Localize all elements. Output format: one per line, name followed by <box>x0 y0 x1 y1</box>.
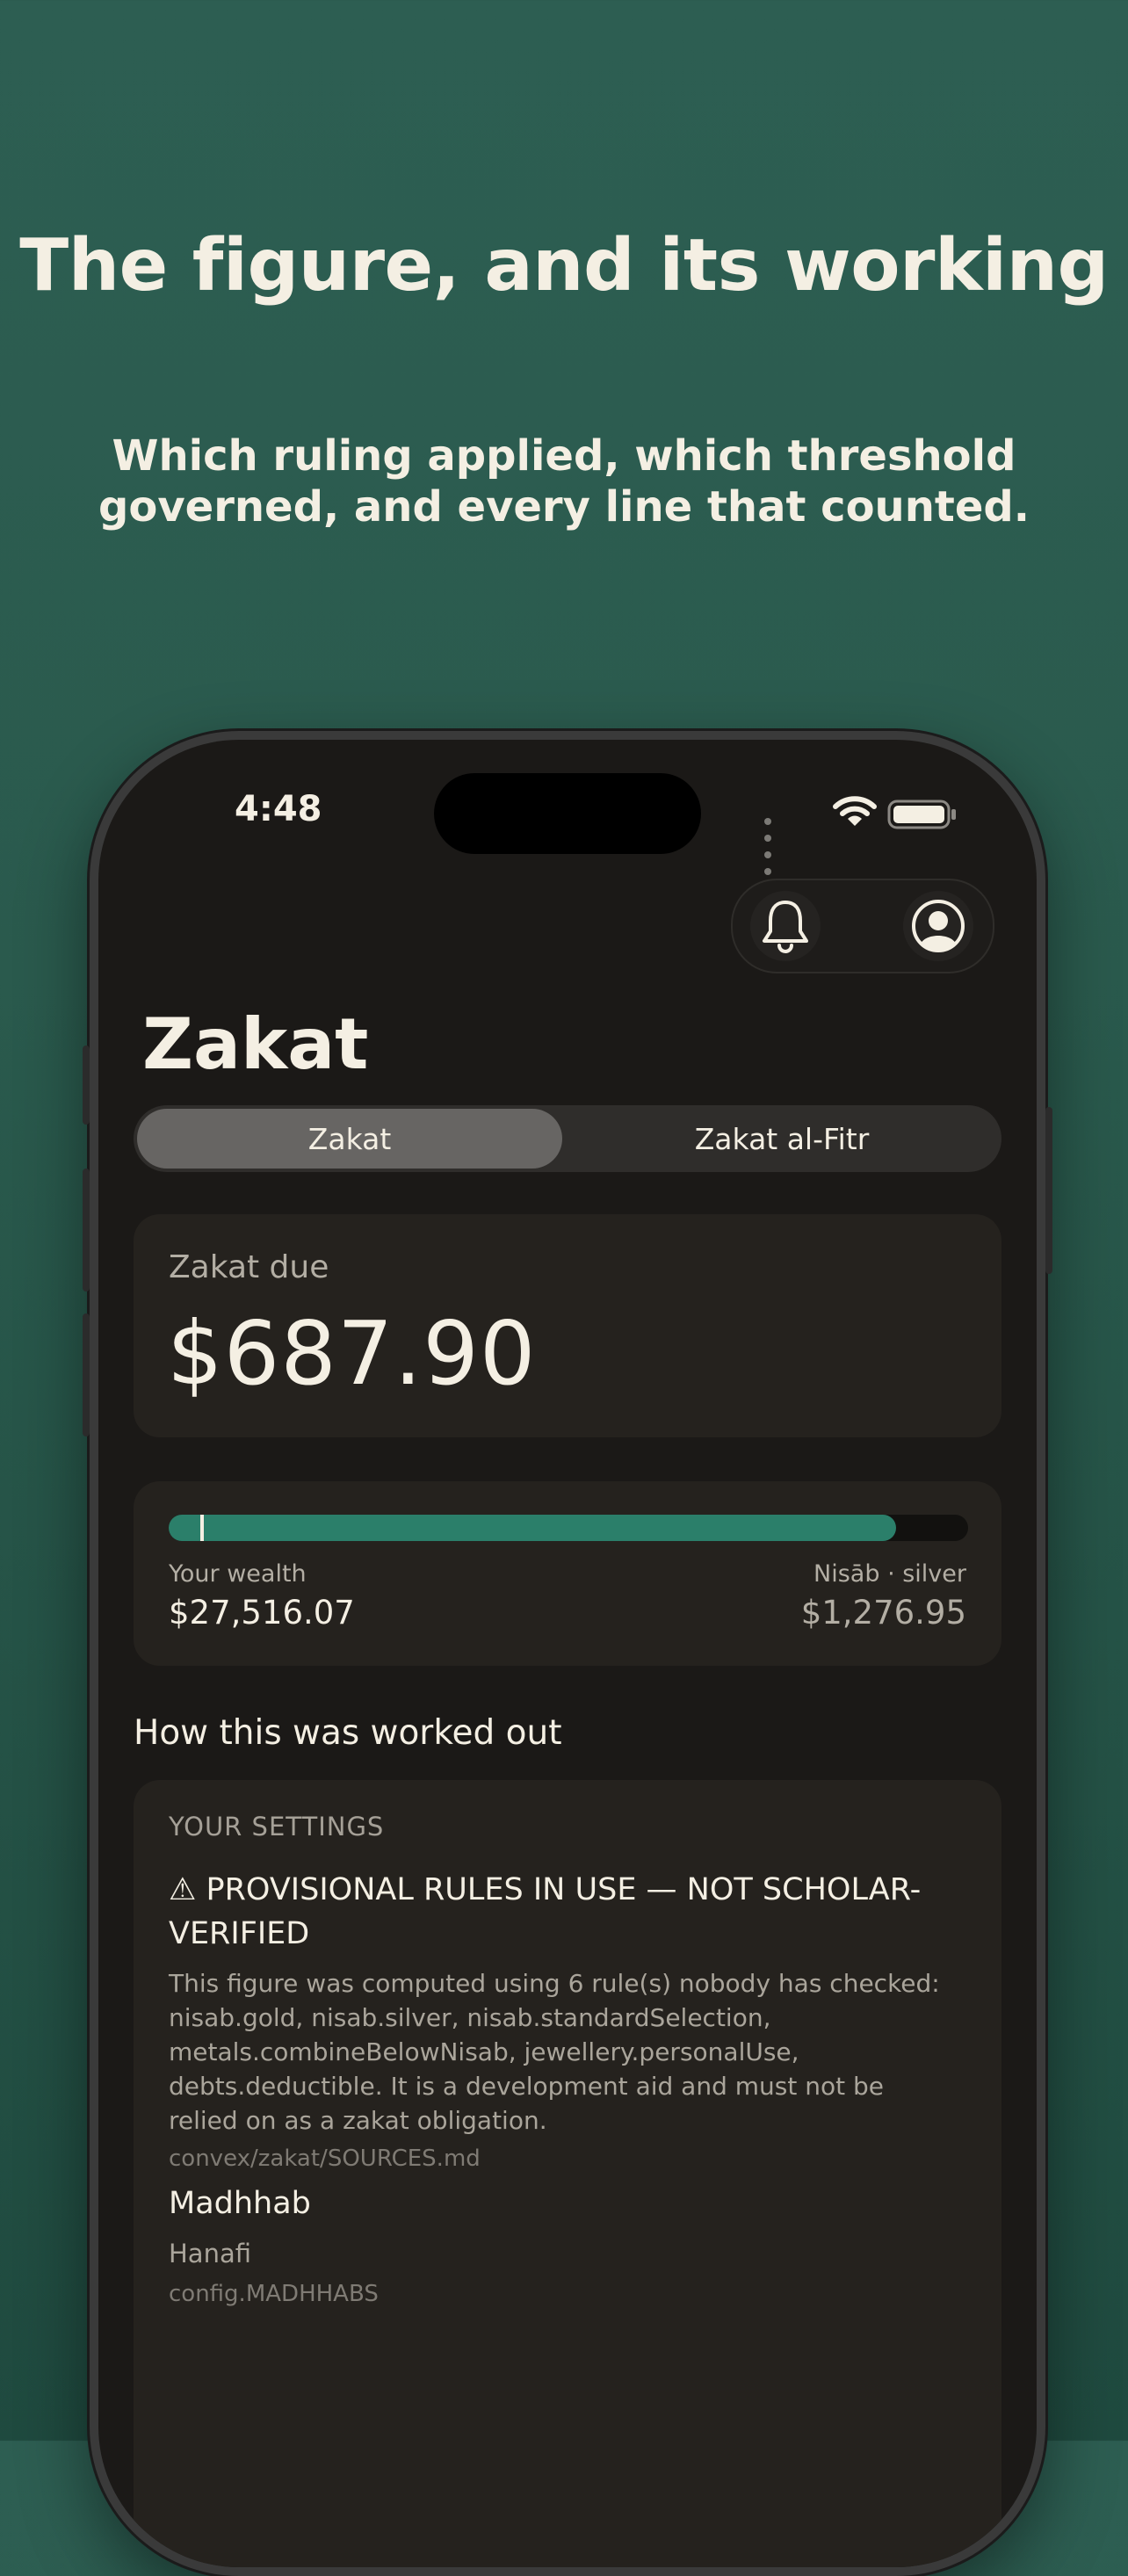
zakat-due-card: Zakat due $687.90 <box>134 1214 1001 1437</box>
header-actions <box>731 879 994 973</box>
page-title: Zakat <box>142 1003 369 1085</box>
provisional-warning-title: ⚠ PROVISIONAL RULES IN USE — NOT SCHOLAR… <box>169 1872 922 1951</box>
zakat-type-segmented-control: Zakat Zakat al-Fitr <box>134 1105 1001 1172</box>
nisab-threshold-marker <box>200 1515 204 1541</box>
madhhab-value: Hanafi <box>169 2239 251 2268</box>
wealth-progress-bar <box>169 1515 968 1541</box>
wealth-progress-fill <box>169 1515 896 1541</box>
phone-power-button <box>1045 1107 1052 1274</box>
nisab-value: $1,276.95 <box>800 1594 966 1632</box>
marketing-subline: Which ruling applied, which threshold go… <box>98 431 1030 532</box>
tab-zakat[interactable]: Zakat <box>137 1109 562 1169</box>
tab-zakat-al-fitr[interactable]: Zakat al-Fitr <box>566 1109 998 1169</box>
settings-card: YOUR SETTINGS ⚠ PROVISIONAL RULES IN USE… <box>134 1780 1001 2567</box>
status-time: 4:48 <box>235 789 322 829</box>
working-heading: How this was worked out <box>134 1713 562 1753</box>
nisab-label: Nisāb · silver <box>813 1560 966 1588</box>
madhhab-label: Madhhab <box>169 2186 311 2221</box>
nisab-card: Your wealth $27,516.07 Nisāb · silver $1… <box>134 1481 1001 1666</box>
wealth-label: Your wealth <box>169 1560 307 1588</box>
zakat-due-amount: $687.90 <box>167 1302 537 1405</box>
phone-screen: 4:48 Zakat Zakat Zakat al-Fitr Zakat due… <box>98 740 1037 2567</box>
provisional-warning-body: This figure was computed using 6 rule(s)… <box>169 1969 940 2135</box>
profile-button[interactable] <box>903 891 973 961</box>
notifications-button[interactable] <box>750 891 821 961</box>
signal-icon <box>764 812 775 879</box>
dynamic-island <box>434 773 701 854</box>
settings-heading: YOUR SETTINGS <box>169 1812 385 1842</box>
phone-volume-up <box>83 1169 90 1292</box>
wifi-icon <box>833 796 877 826</box>
bell-icon <box>763 901 808 953</box>
warning-source-link[interactable]: convex/zakat/SOURCES.md <box>169 2145 481 2172</box>
zakat-due-label: Zakat due <box>169 1249 329 1285</box>
phone-side-button <box>83 1046 90 1125</box>
profile-icon <box>912 900 965 952</box>
wealth-value: $27,516.07 <box>169 1594 355 1632</box>
phone-volume-down <box>83 1313 90 1436</box>
battery-icon <box>887 800 956 829</box>
madhhab-source-link[interactable]: config.MADHHABS <box>169 2281 379 2307</box>
marketing-headline: The figure, and its working <box>19 224 1109 308</box>
